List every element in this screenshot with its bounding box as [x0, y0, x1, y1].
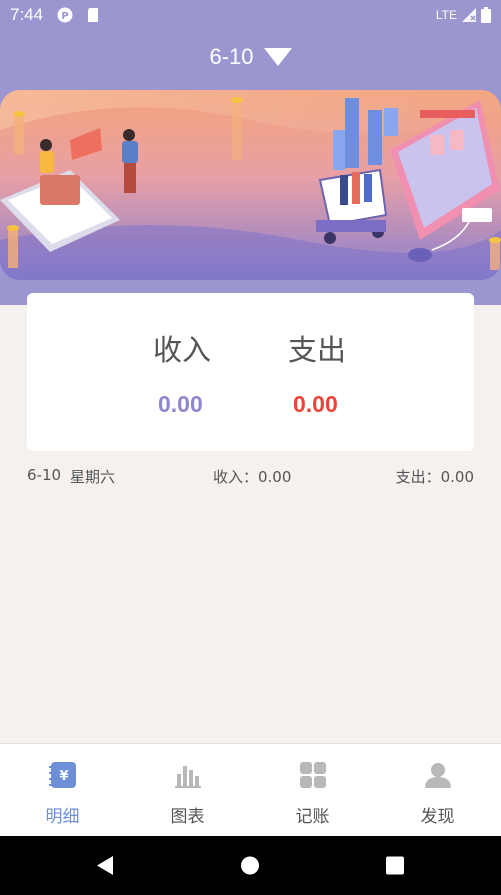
day-date: 6-10 — [27, 466, 62, 484]
back-icon[interactable] — [75, 836, 135, 895]
grid-icon — [299, 762, 326, 788]
svg-text:P: P — [61, 11, 68, 22]
tab-charts-label: 图表 — [170, 807, 205, 827]
tab-discover-label: 发现 — [420, 807, 455, 827]
signal-icon — [462, 8, 476, 22]
app-notification-icon: P — [57, 7, 73, 23]
header: 6-10 — [0, 30, 501, 305]
status-indicators: LTE — [436, 7, 491, 23]
tab-discover[interactable]: 发现 — [375, 744, 500, 837]
date-selector[interactable]: 6-10 — [0, 44, 501, 70]
network-type: LTE — [435, 8, 457, 22]
day-weekday: 星期六 — [70, 468, 116, 486]
bar-chart-icon — [174, 766, 201, 788]
expense-value: 0.00 — [293, 391, 338, 417]
income-label: 收入 — [153, 333, 212, 367]
sd-card-icon — [88, 8, 98, 22]
triangle-down-icon — [263, 48, 292, 66]
bottom-tab-bar: ¥ 明细 图表 记账 发现 — [0, 743, 501, 836]
expense-label: 支出 — [288, 333, 347, 367]
svg-text:¥: ¥ — [59, 769, 68, 784]
ledger-icon: ¥ — [48, 762, 76, 788]
tab-record[interactable]: 记账 — [250, 744, 375, 837]
tab-charts[interactable]: 图表 — [125, 744, 250, 837]
status-bar: 7:44 P LTE — [0, 0, 501, 30]
home-icon[interactable] — [220, 836, 280, 895]
tab-record-label: 记账 — [295, 807, 330, 827]
date-label: 6-10 — [209, 44, 254, 69]
status-time: 7:44 — [10, 5, 44, 24]
person-icon — [424, 763, 451, 788]
income-value: 0.00 — [158, 391, 203, 417]
summary-card: 收入 支出 0.00 0.00 — [27, 293, 474, 451]
battery-icon — [481, 7, 491, 23]
tab-details[interactable]: ¥ 明细 — [0, 744, 125, 837]
tab-details-label: 明细 — [45, 807, 80, 827]
day-summary-row[interactable]: 6-10 星期六 收入：0.00 支出：0.00 — [27, 466, 474, 488]
banner-illustration — [0, 90, 501, 280]
day-income: 收入：0.00 — [213, 468, 292, 486]
system-navigation-bar — [0, 836, 501, 895]
day-expense: 支出：0.00 — [395, 468, 474, 486]
recents-icon[interactable] — [365, 836, 425, 895]
